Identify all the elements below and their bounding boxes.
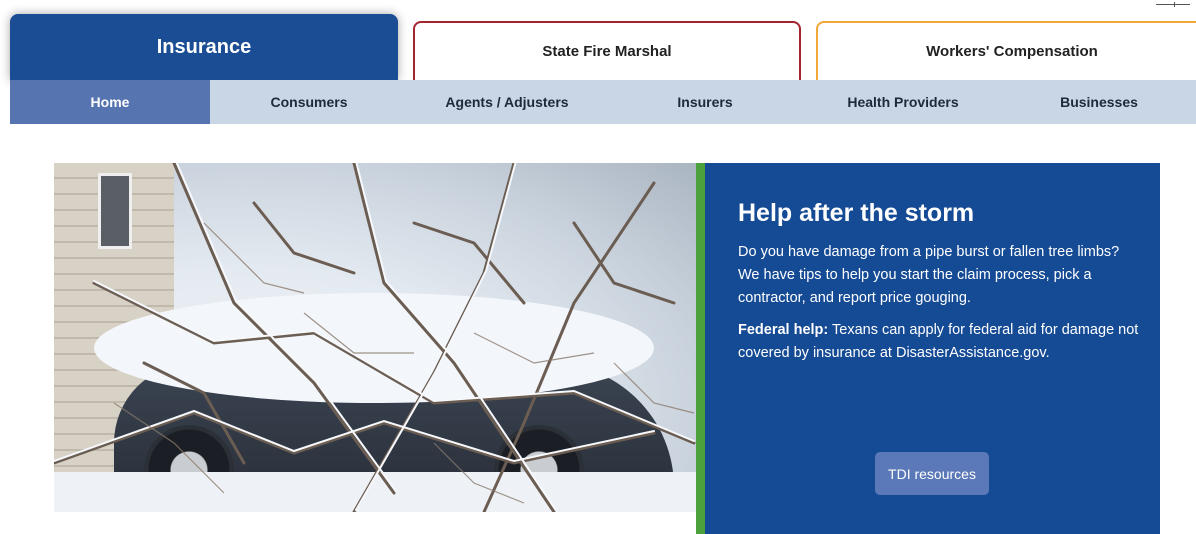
- panel-paragraph: Do you have damage from a pipe burst or …: [738, 244, 1120, 306]
- subnav-item-insurers[interactable]: Insurers: [606, 80, 804, 124]
- federal-help-paragraph: Federal help: Texans can apply for feder…: [738, 319, 1143, 365]
- tab-state-fire-marshal-label: State Fire Marshal: [542, 43, 672, 60]
- subnav-item-label: Businesses: [1060, 94, 1138, 110]
- window-resize-mark: [1156, 2, 1190, 7]
- accent-bar: [696, 163, 705, 534]
- subnav-item-label: Health Providers: [847, 94, 959, 110]
- tab-insurance[interactable]: Insurance: [10, 14, 398, 80]
- subnav-item-label: Agents / Adjusters: [445, 94, 569, 110]
- subnav-item-label: Home: [90, 94, 130, 110]
- hero-image: [54, 163, 696, 512]
- subnav-item-label: Consumers: [270, 94, 348, 110]
- fallen-branches: [54, 163, 696, 512]
- subnav-item-consumers[interactable]: Consumers: [210, 80, 408, 124]
- subnav-item-health-providers[interactable]: Health Providers: [804, 80, 1002, 124]
- tab-state-fire-marshal[interactable]: State Fire Marshal: [413, 21, 801, 80]
- federal-help-label: Federal help:: [738, 322, 829, 338]
- tab-workers-compensation-label: Workers' Compensation: [926, 43, 1098, 60]
- subnav-item-agents-adjusters[interactable]: Agents / Adjusters: [408, 80, 606, 124]
- tdi-resources-button[interactable]: TDI resources: [875, 452, 989, 495]
- tab-insurance-label: Insurance: [156, 35, 252, 58]
- subnav-item-home[interactable]: Home: [10, 80, 210, 124]
- secondary-nav: Home Consumers Agents / Adjusters Insure…: [10, 80, 1196, 124]
- panel-body: Do you have damage from a pipe burst or …: [738, 241, 1143, 374]
- subnav-item-label: Insurers: [677, 94, 733, 110]
- storm-help-panel: Help after the storm Do you have damage …: [705, 163, 1160, 534]
- subnav-item-businesses[interactable]: Businesses: [1002, 80, 1196, 124]
- tab-workers-compensation[interactable]: Workers' Compensation: [816, 21, 1196, 80]
- panel-title: Help after the storm: [738, 199, 975, 227]
